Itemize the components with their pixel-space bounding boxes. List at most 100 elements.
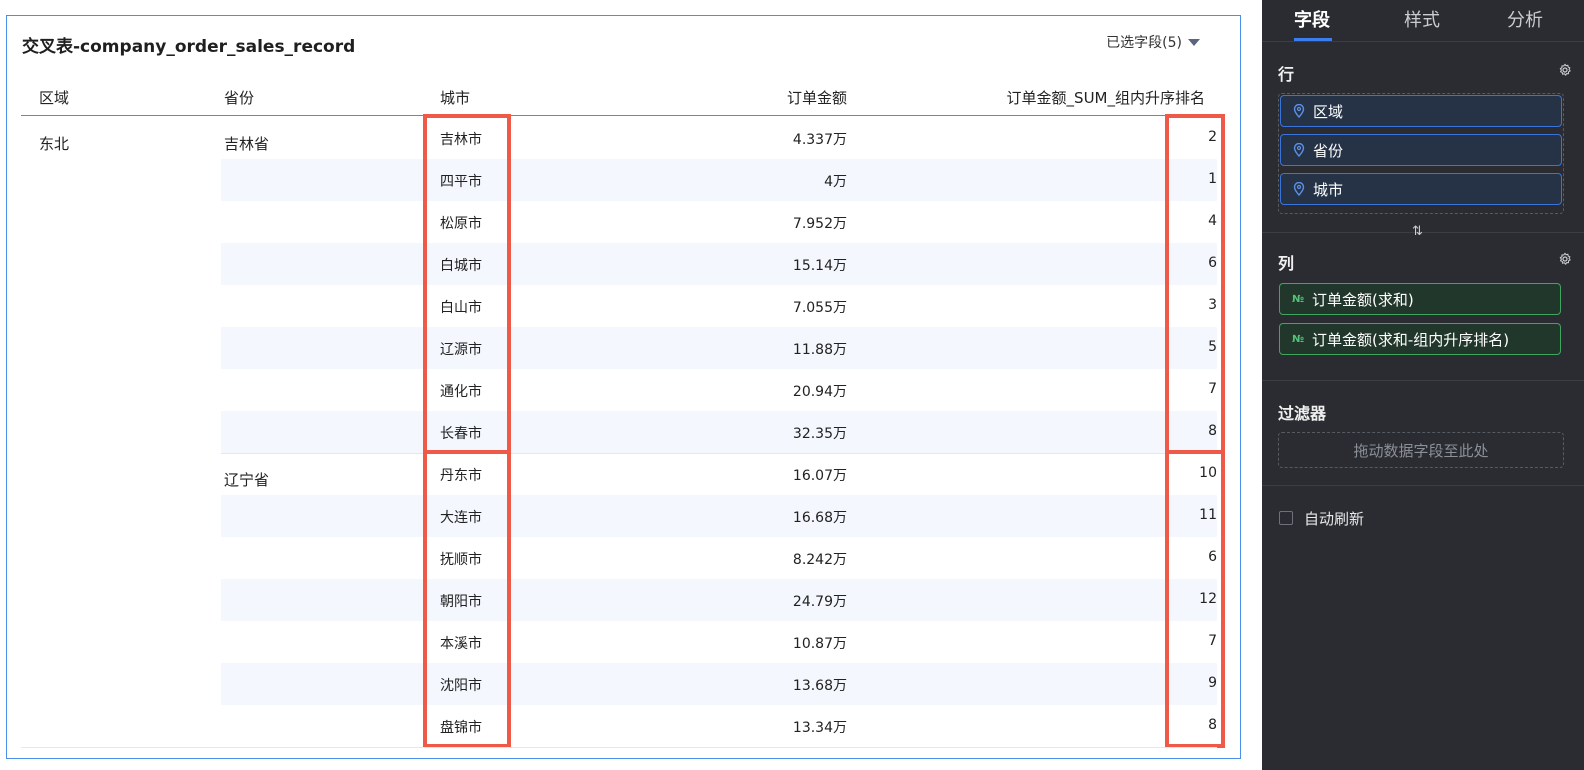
table-row: 丹东市 16.07万 10 bbox=[221, 453, 1217, 495]
table-header: 区域 省份 城市 订单金额 订单金额_SUM_组内升序排名 bbox=[21, 76, 1217, 116]
column-field-label: 订单金额(求和) bbox=[1312, 290, 1414, 309]
section-divider bbox=[1262, 485, 1584, 486]
rank-cell: 8 bbox=[1208, 423, 1217, 439]
row-field-label: 区域 bbox=[1313, 102, 1344, 121]
filter-drop-zone[interactable]: 拖动数据字段至此处 bbox=[1278, 432, 1564, 468]
header-amount[interactable]: 订单金额 bbox=[787, 87, 847, 108]
city-cell: 抚顺市 bbox=[440, 552, 482, 568]
table-bottom-border bbox=[21, 747, 1217, 748]
row-field-region[interactable]: 区域 bbox=[1280, 95, 1562, 127]
header-rank[interactable]: 订单金额_SUM_组内升序排名 bbox=[1007, 87, 1205, 108]
auto-refresh-checkbox[interactable] bbox=[1279, 511, 1293, 525]
rows-section-label: 行 bbox=[1278, 65, 1295, 84]
amount-cell: 20.94万 bbox=[792, 384, 847, 400]
rank-cell: 4 bbox=[1208, 213, 1217, 229]
table-row: 四平市 4万 1 bbox=[221, 159, 1217, 201]
amount-cell: 13.34万 bbox=[792, 720, 847, 736]
amount-cell: 7.055万 bbox=[792, 300, 847, 316]
header-region[interactable]: 区域 bbox=[39, 87, 69, 108]
active-tab-indicator bbox=[1294, 38, 1332, 41]
amount-cell: 4.337万 bbox=[792, 132, 847, 148]
panel-tabs: 字段 样式 分析 bbox=[1262, 0, 1584, 42]
table-row: 吉林市 4.337万 2 bbox=[221, 117, 1217, 159]
table-title: 交叉表-company_order_sales_record bbox=[22, 37, 356, 57]
amount-cell: 16.68万 bbox=[792, 510, 847, 526]
table-row: 通化市 20.94万 7 bbox=[221, 369, 1217, 411]
amount-cell: 32.35万 bbox=[792, 426, 847, 442]
city-cell: 丹东市 bbox=[440, 468, 482, 484]
rank-cell: 7 bbox=[1208, 381, 1217, 397]
city-cell: 本溪市 bbox=[440, 636, 482, 652]
columns-drop-zone[interactable]: № 订单金额(求和) № 订单金额(求和-组内升序排名) bbox=[1278, 282, 1564, 366]
row-field-city[interactable]: 城市 bbox=[1280, 173, 1562, 205]
column-field-label: 订单金额(求和-组内升序排名) bbox=[1312, 330, 1510, 349]
amount-cell: 24.79万 bbox=[792, 594, 847, 610]
rows-settings-gear-icon[interactable] bbox=[1558, 63, 1572, 77]
rank-cell: 2 bbox=[1208, 129, 1217, 145]
amount-cell: 15.14万 bbox=[792, 258, 847, 274]
tab-fields[interactable]: 字段 bbox=[1294, 6, 1330, 32]
location-pin-icon bbox=[1293, 143, 1305, 157]
column-field-amount-rank[interactable]: № 订单金额(求和-组内升序排名) bbox=[1279, 323, 1561, 355]
city-cell: 盘锦市 bbox=[440, 720, 482, 736]
selected-fields-dropdown[interactable]: 已选字段(5) bbox=[1106, 32, 1200, 52]
table-row: 辽源市 11.88万 5 bbox=[221, 327, 1217, 369]
section-divider bbox=[1262, 232, 1584, 233]
rank-cell: 10 bbox=[1199, 465, 1217, 481]
filter-drop-hint: 拖动数据字段至此处 bbox=[1353, 441, 1489, 460]
city-cell: 吉林市 bbox=[440, 132, 482, 148]
rank-cell: 9 bbox=[1208, 675, 1217, 691]
caret-down-icon bbox=[1188, 38, 1200, 46]
rank-cell: 7 bbox=[1208, 633, 1217, 649]
table-row: 白山市 7.055万 3 bbox=[221, 285, 1217, 327]
header-city[interactable]: 城市 bbox=[440, 87, 470, 108]
location-pin-icon bbox=[1293, 104, 1305, 118]
city-cell: 长春市 bbox=[440, 426, 482, 442]
row-field-province[interactable]: 省份 bbox=[1280, 134, 1562, 166]
city-cell: 白山市 bbox=[440, 300, 482, 316]
measure-number-icon: № bbox=[1292, 333, 1305, 345]
rank-cell: 6 bbox=[1208, 549, 1217, 565]
amount-cell: 16.07万 bbox=[792, 468, 847, 484]
location-pin-icon bbox=[1293, 182, 1305, 196]
rank-cell: 12 bbox=[1199, 591, 1217, 607]
table-row: 沈阳市 13.68万 9 bbox=[221, 663, 1217, 705]
rank-cell: 1 bbox=[1208, 171, 1217, 187]
row-field-label: 城市 bbox=[1313, 180, 1344, 199]
rows-drop-zone[interactable]: 区域 省份 城市 bbox=[1278, 93, 1564, 214]
amount-cell: 11.88万 bbox=[792, 342, 847, 358]
amount-cell: 13.68万 bbox=[792, 678, 847, 694]
column-field-amount-sum[interactable]: № 订单金额(求和) bbox=[1279, 283, 1561, 315]
header-province[interactable]: 省份 bbox=[224, 87, 254, 108]
city-cell: 朝阳市 bbox=[440, 594, 482, 610]
filter-section-label: 过滤器 bbox=[1278, 404, 1327, 423]
rank-cell: 5 bbox=[1208, 339, 1217, 355]
amount-cell: 10.87万 bbox=[792, 636, 847, 652]
tab-style[interactable]: 样式 bbox=[1404, 6, 1440, 32]
table-row: 白城市 15.14万 6 bbox=[221, 243, 1217, 285]
columns-section-label: 列 bbox=[1278, 254, 1295, 273]
selected-fields-label: 已选字段(5) bbox=[1106, 35, 1182, 51]
city-cell: 辽源市 bbox=[440, 342, 482, 358]
city-cell: 白城市 bbox=[440, 258, 482, 274]
section-divider bbox=[1262, 380, 1584, 381]
region-cell: 东北 bbox=[39, 135, 70, 153]
app-root: 交叉表-company_order_sales_record 已选字段(5) 区… bbox=[0, 0, 1584, 770]
rank-cell: 11 bbox=[1199, 507, 1217, 523]
auto-refresh-label[interactable]: 自动刷新 bbox=[1304, 508, 1364, 529]
tab-analysis[interactable]: 分析 bbox=[1507, 6, 1543, 32]
table-row: 朝阳市 24.79万 12 bbox=[221, 579, 1217, 621]
amount-cell: 4万 bbox=[824, 174, 847, 190]
table-row: 长春市 32.35万 8 bbox=[221, 411, 1217, 453]
columns-settings-gear-icon[interactable] bbox=[1558, 252, 1572, 266]
amount-cell: 7.952万 bbox=[792, 216, 847, 232]
city-cell: 松原市 bbox=[440, 216, 482, 232]
swap-rows-columns-icon[interactable]: ⇅ bbox=[1412, 224, 1423, 239]
city-cell: 大连市 bbox=[440, 510, 482, 526]
city-cell: 沈阳市 bbox=[440, 678, 482, 694]
rank-cell: 3 bbox=[1208, 297, 1217, 313]
rank-cell: 8 bbox=[1208, 717, 1217, 733]
table-row: 大连市 16.68万 11 bbox=[221, 495, 1217, 537]
measure-number-icon: № bbox=[1292, 293, 1305, 305]
config-panel: 字段 样式 分析 行 区域 省份 城市 ⇅ 列 № 订单金额(求和) № 订单金… bbox=[1262, 0, 1584, 770]
